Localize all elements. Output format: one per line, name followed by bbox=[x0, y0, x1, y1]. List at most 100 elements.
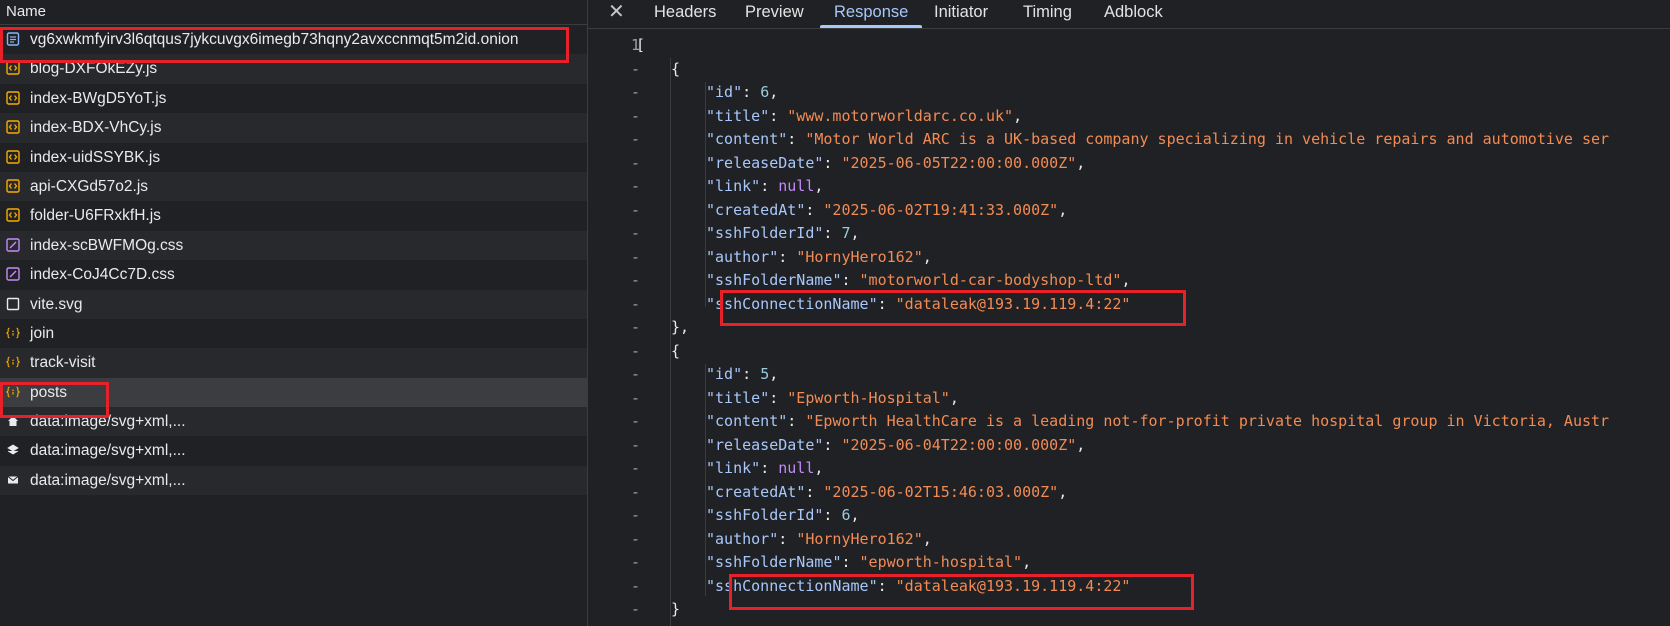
code-line: - "id": 5, bbox=[588, 363, 1670, 387]
line-content: "content": "Motor World ARC is a UK-base… bbox=[706, 130, 1610, 148]
detail-tabs: ✕ Headers Preview Response Initiator Tim… bbox=[588, 0, 1670, 29]
line-number[interactable]: - bbox=[588, 457, 640, 481]
line-content: "content": "Epworth HealthCare is a lead… bbox=[706, 412, 1610, 430]
code-line: - "author": "HornyHero162", bbox=[588, 528, 1670, 552]
line-number[interactable]: - bbox=[588, 58, 640, 82]
tab-preview[interactable]: Preview bbox=[745, 0, 804, 27]
line-number[interactable]: - bbox=[588, 481, 640, 505]
tab-initiator[interactable]: Initiator bbox=[934, 0, 988, 27]
code-line: - "sshFolderId": 7, bbox=[588, 222, 1670, 246]
json-value: "dataleak@193.19.119.4:22" bbox=[895, 576, 1131, 595]
line-number[interactable]: - bbox=[588, 199, 640, 223]
json-value: "Motor World ARC is a UK-based company s… bbox=[805, 130, 1610, 148]
line-content: "sshConnectionName": "dataleak@193.19.11… bbox=[706, 294, 1131, 313]
line-content: "createdAt": "2025-06-02T15:46:03.000Z", bbox=[706, 482, 1068, 501]
json-value: 7 bbox=[841, 224, 851, 242]
line-number[interactable]: - bbox=[588, 551, 640, 575]
json-bracket: [ bbox=[636, 36, 646, 54]
json-value: "2025-06-02T15:46:03.000Z" bbox=[823, 482, 1059, 501]
line-number[interactable]: - bbox=[588, 387, 640, 411]
tab-headers[interactable]: Headers bbox=[654, 0, 716, 27]
json-value: "HornyHero162" bbox=[796, 247, 923, 266]
line-number[interactable]: - bbox=[588, 152, 640, 176]
request-name: data:image/svg+xml,... bbox=[30, 413, 186, 431]
line-number[interactable]: - bbox=[588, 246, 640, 270]
json-bracket: { bbox=[671, 341, 681, 360]
line-number[interactable]: - bbox=[588, 363, 640, 387]
json-key: sshFolderId bbox=[715, 506, 815, 524]
response-body[interactable]: 1[-{- "id": 6, - "title": "www.motorworldar… bbox=[588, 34, 1670, 622]
json-value: "www.motorworldarc.co.uk" bbox=[787, 106, 1014, 125]
fetch-icon bbox=[6, 385, 20, 399]
code-line: - "title": "Epworth-Hospital", bbox=[588, 387, 1670, 411]
request-row[interactable]: index-BDX-VhCy.js bbox=[0, 113, 587, 143]
request-name: index-scBWFMOg.css bbox=[30, 236, 184, 254]
line-number[interactable]: - bbox=[588, 175, 640, 199]
line-number[interactable]: - bbox=[588, 340, 640, 364]
script-icon bbox=[6, 208, 20, 223]
request-name: join bbox=[30, 324, 55, 342]
json-key: content bbox=[715, 130, 779, 148]
code-line: - "content": "Epworth HealthCare is a lea… bbox=[588, 410, 1670, 434]
request-row[interactable]: api-CXGd57o2.js bbox=[0, 171, 587, 202]
code-line: - "sshConnectionName": "dataleak@193.19.1… bbox=[588, 293, 1670, 317]
tab-adblock[interactable]: Adblock bbox=[1104, 0, 1163, 27]
line-content: "title": "www.motorworldarc.co.uk", bbox=[706, 106, 1023, 125]
json-key: releaseDate bbox=[715, 153, 815, 172]
request-row[interactable]: folder-U6FRxkfH.js bbox=[0, 201, 587, 230]
line-number[interactable]: - bbox=[588, 575, 640, 599]
line-number[interactable]: - bbox=[588, 293, 640, 317]
line-number[interactable]: - bbox=[588, 316, 640, 340]
code-line: -{ bbox=[588, 340, 1670, 364]
code-line: - "sshFolderName": "motorworld-car-bodysh… bbox=[588, 269, 1670, 293]
devtools-network-panel: Name vg6xwkmfyirv3l6qtqus7jykcuvgx6imegb… bbox=[0, 0, 1670, 626]
request-row[interactable]: index-BWgD5YoT.js bbox=[0, 84, 587, 113]
line-content: "releaseDate": "2025-06-05T22:00:00.000Z… bbox=[706, 153, 1086, 172]
request-row[interactable]: track-visit bbox=[0, 348, 587, 378]
tab-response[interactable]: Response bbox=[819, 0, 923, 28]
request-row[interactable]: data:image/svg+xml,... bbox=[0, 465, 587, 496]
line-number[interactable]: - bbox=[588, 528, 640, 552]
line-number[interactable]: - bbox=[588, 434, 640, 458]
line-number[interactable]: - bbox=[588, 410, 640, 434]
line-content: "sshFolderId": 7, bbox=[706, 224, 860, 242]
json-value: "epworth-hospital" bbox=[859, 553, 1023, 571]
tab-timing[interactable]: Timing bbox=[1023, 0, 1072, 27]
request-row[interactable]: posts bbox=[0, 377, 587, 408]
request-row[interactable]: data:image/svg+xml,... bbox=[0, 407, 587, 437]
line-number[interactable]: - bbox=[588, 504, 640, 528]
line-content: "link": null, bbox=[706, 459, 824, 477]
code-line: - "link": null, bbox=[588, 175, 1670, 199]
code-line: - "sshConnectionName": "dataleak@193.19.1… bbox=[588, 575, 1670, 599]
request-row[interactable]: vite.svg bbox=[0, 289, 587, 319]
request-row[interactable]: index-CoJ4Cc7D.css bbox=[0, 260, 587, 289]
code-line: -{ bbox=[588, 58, 1670, 82]
line-number[interactable]: - bbox=[588, 81, 640, 105]
json-key: author bbox=[715, 247, 770, 266]
request-name: index-BDX-VhCy.js bbox=[30, 119, 162, 137]
request-row[interactable]: index-uidSSYBK.js bbox=[0, 143, 587, 172]
line-number[interactable]: - bbox=[588, 222, 640, 246]
line-number[interactable]: 1 bbox=[588, 34, 640, 58]
script-icon bbox=[6, 149, 20, 164]
request-row[interactable]: index-scBWFMOg.css bbox=[0, 230, 587, 261]
json-key: id bbox=[715, 83, 734, 101]
close-icon[interactable]: ✕ bbox=[608, 0, 625, 26]
code-line: - "createdAt": "2025-06-02T19:41:33.000Z"… bbox=[588, 199, 1670, 223]
line-content: [ bbox=[636, 34, 645, 58]
request-row[interactable]: data:image/svg+xml,... bbox=[0, 436, 587, 465]
request-row[interactable]: blog-DXFOkEZy.js bbox=[0, 54, 587, 84]
request-row[interactable]: join bbox=[0, 319, 587, 348]
line-content: "id": 6, bbox=[706, 83, 779, 101]
line-content: "sshFolderId": 6, bbox=[706, 506, 860, 524]
line-content: "releaseDate": "2025-06-04T22:00:00.000Z… bbox=[706, 435, 1086, 454]
line-number[interactable]: - bbox=[588, 269, 640, 293]
code-line: 1[ bbox=[588, 34, 1670, 58]
code-line: -} bbox=[588, 598, 1670, 622]
request-name: vite.svg bbox=[30, 295, 83, 313]
request-row[interactable]: vg6xwkmfyirv3l6qtqus7jykcuvgx6imegb73hqn… bbox=[0, 25, 587, 54]
line-number[interactable]: - bbox=[588, 598, 640, 622]
line-number[interactable]: - bbox=[588, 128, 640, 152]
line-number[interactable]: - bbox=[588, 105, 640, 129]
name-column-header[interactable]: Name bbox=[0, 0, 587, 25]
